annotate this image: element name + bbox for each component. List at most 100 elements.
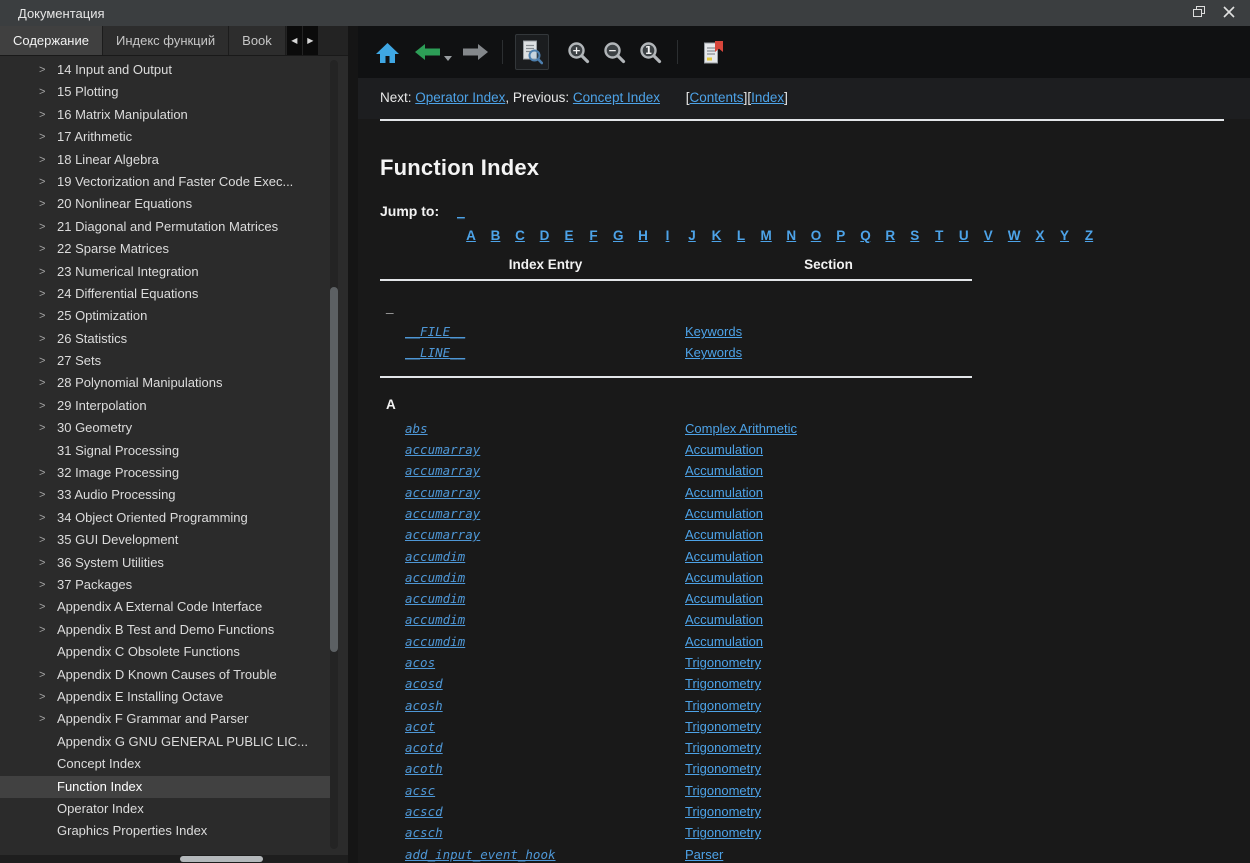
function-link[interactable]: __FILE__ <box>405 324 465 339</box>
function-link[interactable]: accumdim <box>405 570 465 585</box>
sidebar-item[interactable]: >26 Statistics <box>0 328 348 350</box>
sidebar-item[interactable]: Appendix C Obsolete Functions <box>0 641 348 663</box>
chevron-right-icon[interactable]: > <box>39 596 45 618</box>
chevron-right-icon[interactable]: > <box>39 619 45 641</box>
jump-letter-link[interactable]: G <box>613 228 624 243</box>
zoom-in-button[interactable]: + <box>561 34 595 70</box>
function-link[interactable]: add_input_event_hook <box>405 847 556 862</box>
section-link[interactable]: Accumulation <box>685 442 763 457</box>
chevron-right-icon[interactable]: > <box>39 328 45 350</box>
sidebar-item[interactable]: >32 Image Processing <box>0 462 348 484</box>
sidebar-item[interactable]: >34 Object Oriented Programming <box>0 507 348 529</box>
contents-link[interactable]: Contents <box>690 90 744 105</box>
jump-letter-link[interactable]: O <box>811 228 822 243</box>
jump-letter-link[interactable]: A <box>466 228 476 243</box>
sidebar-item[interactable]: >35 GUI Development <box>0 529 348 551</box>
jump-letter-link[interactable]: C <box>515 228 525 243</box>
section-link[interactable]: Trigonometry <box>685 804 761 819</box>
sidebar-item[interactable]: >23 Numerical Integration <box>0 261 348 283</box>
sidebar-item[interactable]: >15 Plotting <box>0 81 348 103</box>
chevron-right-icon[interactable]: > <box>39 686 45 708</box>
chevron-right-icon[interactable]: > <box>39 305 45 327</box>
sidebar-item[interactable]: >17 Arithmetic <box>0 126 348 148</box>
chevron-right-icon[interactable]: > <box>39 149 45 171</box>
zoom-original-button[interactable]: 1 <box>633 34 667 70</box>
section-link[interactable]: Accumulation <box>685 549 763 564</box>
sidebar-item[interactable]: 31 Signal Processing <box>0 440 348 462</box>
jump-letter-link[interactable]: X <box>1035 228 1045 243</box>
function-link[interactable]: accumdim <box>405 549 465 564</box>
restore-button[interactable] <box>1184 2 1214 24</box>
sidebar-item[interactable]: >22 Sparse Matrices <box>0 238 348 260</box>
section-link[interactable]: Trigonometry <box>685 783 761 798</box>
jump-letter-link[interactable]: Z <box>1084 228 1094 243</box>
jump-letter-link[interactable]: Q <box>860 228 871 243</box>
tab[interactable]: Содержание <box>0 26 103 55</box>
chevron-right-icon[interactable]: > <box>39 261 45 283</box>
function-link[interactable]: acsch <box>405 825 443 840</box>
tab[interactable]: Book <box>229 26 286 55</box>
back-history-dropdown[interactable] <box>442 34 454 70</box>
function-link[interactable]: acscd <box>405 804 443 819</box>
chevron-right-icon[interactable]: > <box>39 126 45 148</box>
chevron-right-icon[interactable]: > <box>39 574 45 596</box>
jump-letter-link[interactable]: N <box>786 228 796 243</box>
sidebar-item[interactable]: >37 Packages <box>0 574 348 596</box>
sidebar-item[interactable]: >Appendix B Test and Demo Functions <box>0 619 348 641</box>
sidebar-item[interactable]: >21 Diagonal and Permutation Matrices <box>0 216 348 238</box>
section-link[interactable]: Accumulation <box>685 527 763 542</box>
sidebar-item[interactable]: >Appendix D Known Causes of Trouble <box>0 664 348 686</box>
function-link[interactable]: accumarray <box>405 442 480 457</box>
jump-letter-link[interactable]: D <box>540 228 550 243</box>
tab-scroll-left-button[interactable]: ◀ <box>287 26 302 55</box>
previous-link[interactable]: Concept Index <box>573 90 660 105</box>
sidebar-item[interactable]: >33 Audio Processing <box>0 484 348 506</box>
chevron-right-icon[interactable]: > <box>39 462 45 484</box>
jump-letter-link[interactable]: F <box>589 228 599 243</box>
function-link[interactable]: accumarray <box>405 463 480 478</box>
jump-letter-link[interactable]: W <box>1008 228 1021 243</box>
zoom-out-button[interactable]: − <box>597 34 631 70</box>
next-link[interactable]: Operator Index <box>415 90 505 105</box>
chevron-right-icon[interactable]: > <box>39 552 45 574</box>
section-link[interactable]: Accumulation <box>685 485 763 500</box>
section-link[interactable]: Parser <box>685 847 723 862</box>
jump-letter-link[interactable]: K <box>712 228 722 243</box>
function-link[interactable]: abs <box>405 421 428 436</box>
section-link[interactable]: Accumulation <box>685 463 763 478</box>
section-link[interactable]: Accumulation <box>685 591 763 606</box>
section-link[interactable]: Accumulation <box>685 506 763 521</box>
chevron-right-icon[interactable]: > <box>39 193 45 215</box>
forward-button[interactable] <box>458 34 492 70</box>
sidebar-item[interactable]: Graphics Properties Index <box>0 820 348 842</box>
section-link[interactable]: Trigonometry <box>685 698 761 713</box>
section-link[interactable]: Trigonometry <box>685 825 761 840</box>
section-link[interactable]: Trigonometry <box>685 655 761 670</box>
jump-letter-link[interactable]: M <box>761 228 772 243</box>
section-link[interactable]: Complex Arithmetic <box>685 421 797 436</box>
sidebar-item[interactable]: >20 Nonlinear Equations <box>0 193 348 215</box>
function-link[interactable]: acot <box>405 719 435 734</box>
chevron-right-icon[interactable]: > <box>39 484 45 506</box>
chevron-right-icon[interactable]: > <box>39 171 45 193</box>
tab[interactable]: Индекс функций <box>103 26 229 55</box>
section-link[interactable]: Keywords <box>685 324 742 339</box>
jump-letter-link[interactable]: U <box>959 228 969 243</box>
jump-letter-link[interactable]: E <box>564 228 574 243</box>
sidebar-item[interactable]: >Appendix F Grammar and Parser <box>0 708 348 730</box>
section-link[interactable]: Accumulation <box>685 570 763 585</box>
function-link[interactable]: acsc <box>405 783 435 798</box>
sidebar-item[interactable]: >30 Geometry <box>0 417 348 439</box>
section-link[interactable]: Trigonometry <box>685 761 761 776</box>
function-link[interactable]: accumdim <box>405 591 465 606</box>
chevron-right-icon[interactable]: > <box>39 417 45 439</box>
index-link[interactable]: Index <box>751 90 784 105</box>
chevron-right-icon[interactable]: > <box>39 104 45 126</box>
function-link[interactable]: __LINE__ <box>405 345 465 360</box>
sidebar-item[interactable]: >24 Differential Equations <box>0 283 348 305</box>
jump-letter-link[interactable]: L <box>736 228 746 243</box>
jump-letter-link[interactable]: T <box>934 228 944 243</box>
chevron-right-icon[interactable]: > <box>39 372 45 394</box>
chevron-right-icon[interactable]: > <box>39 664 45 686</box>
section-link[interactable]: Trigonometry <box>685 740 761 755</box>
